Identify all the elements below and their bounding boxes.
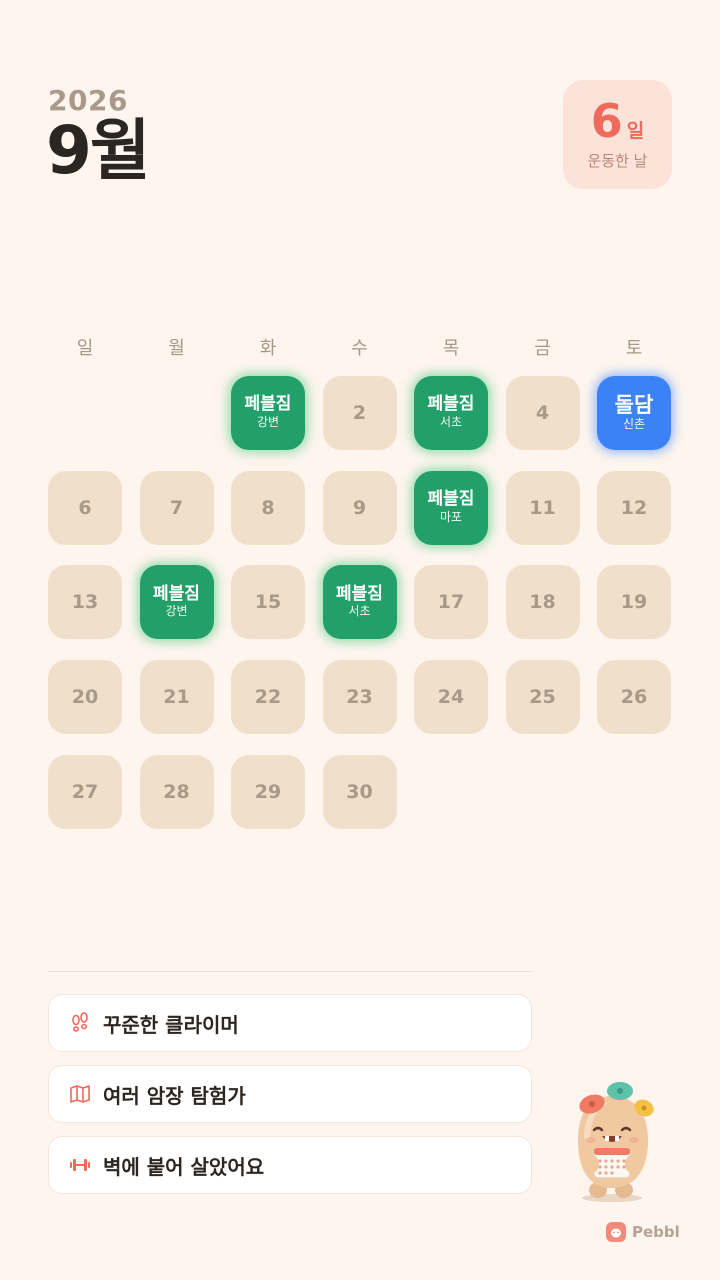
day-number: 8	[261, 496, 275, 519]
calendar-day-7[interactable]: 7	[139, 470, 214, 545]
day-number: 13	[71, 591, 99, 614]
badge-wall-dweller[interactable]: 벽에 붙어 살았어요	[48, 1136, 532, 1194]
weekday-wed: 수	[351, 338, 368, 359]
gym-branch: 강변	[165, 604, 188, 619]
calendar-day-22[interactable]: 22	[231, 660, 305, 735]
workout-days-unit: 일	[626, 120, 645, 142]
calendar-day-30[interactable]: 30	[322, 754, 397, 829]
calendar-day-11[interactable]: 11	[505, 470, 580, 545]
badge-gym-explorer[interactable]: 여러 암장 탐험가	[48, 1065, 532, 1123]
badge-steady-climber[interactable]: 꾸준한 클라이머	[48, 994, 532, 1052]
brand-footer: Pebbl	[606, 1222, 680, 1242]
calendar-day-2[interactable]: 2	[322, 376, 397, 450]
calendar-day-10[interactable]: 페블짐 마포	[414, 470, 488, 545]
gym-branch: 서초	[439, 414, 463, 429]
calendar-day-25[interactable]: 25	[505, 660, 580, 735]
day-number: 29	[254, 780, 282, 803]
calendar-day-3[interactable]: 페블짐 서초	[414, 376, 488, 450]
gym-name: 돌담	[614, 393, 654, 418]
weekday-fri: 금	[534, 338, 551, 359]
month-title: 9월	[46, 112, 151, 189]
day-number: 28	[163, 780, 190, 803]
day-number: 20	[71, 686, 99, 709]
map-icon	[69, 1083, 91, 1105]
weekday-header: 일 월 화 수 목 금 토	[0, 334, 720, 364]
badge-label: 꾸준한 클라이머	[103, 1012, 239, 1037]
calendar-day-1[interactable]: 페블짐 강변	[231, 376, 305, 450]
brand-name: Pebbl	[632, 1223, 680, 1241]
day-number: 12	[620, 496, 648, 519]
gym-name: 페블짐	[427, 394, 475, 415]
calendar-day-12[interactable]: 12	[597, 470, 671, 545]
calendar-day-27[interactable]: 27	[48, 754, 122, 829]
day-number: 24	[437, 686, 465, 709]
calendar-day-29[interactable]: 29	[231, 754, 305, 829]
calendar-day-26[interactable]: 26	[597, 660, 671, 735]
day-number: 27	[71, 780, 99, 803]
day-number: 23	[346, 686, 373, 709]
workout-days-count: 6	[590, 94, 623, 148]
day-number: 15	[254, 591, 282, 614]
day-number: 7	[169, 496, 184, 519]
weekday-mon: 월	[168, 338, 185, 359]
footprints-icon	[69, 1012, 91, 1034]
gym-branch: 서초	[348, 604, 371, 619]
day-number: 17	[437, 591, 465, 614]
mascot-illustration	[560, 1078, 664, 1204]
calendar-day-24[interactable]: 24	[414, 660, 488, 735]
calendar-day-13[interactable]: 13	[48, 565, 122, 640]
gym-name: 페블짐	[244, 394, 292, 415]
day-number: 18	[529, 591, 556, 614]
badge-label: 여러 암장 탐험가	[103, 1083, 246, 1108]
gym-branch: 강변	[256, 414, 280, 429]
dumbbell-icon	[69, 1154, 91, 1176]
calendar-day-20[interactable]: 20	[48, 660, 122, 735]
calendar-day-23[interactable]: 23	[322, 660, 397, 735]
calendar-day-14[interactable]: 페블짐 강변	[139, 565, 214, 640]
calendar-day-21[interactable]: 21	[139, 660, 214, 735]
gym-name: 페블짐	[336, 583, 383, 604]
calendar-day-8[interactable]: 8	[231, 470, 305, 545]
gym-name: 페블짐	[427, 489, 475, 510]
day-number: 4	[535, 402, 550, 424]
calendar-day-15[interactable]: 15	[231, 565, 305, 640]
day-number: 2	[352, 402, 367, 424]
day-number: 19	[620, 591, 648, 614]
weekday-sun: 일	[76, 338, 94, 359]
calendar-day-28[interactable]: 28	[139, 754, 214, 829]
day-number: 9	[352, 496, 367, 519]
day-number: 21	[163, 686, 190, 709]
workout-days-card: 6 일 운동한 날	[563, 80, 672, 189]
weekday-sat: 토	[625, 338, 643, 359]
calendar-day-19[interactable]: 19	[597, 565, 671, 640]
day-number: 26	[620, 686, 648, 709]
day-number: 11	[529, 496, 556, 519]
day-number: 25	[529, 686, 556, 709]
workout-days-label: 운동한 날	[587, 152, 648, 170]
gym-branch: 마포	[439, 509, 463, 524]
calendar-day-5[interactable]: 돌담 신촌	[597, 376, 671, 450]
day-number: 6	[78, 496, 92, 519]
calendar-day-6[interactable]: 6	[48, 470, 122, 545]
weekday-tue: 화	[259, 338, 277, 359]
day-number: 22	[254, 686, 282, 709]
divider	[48, 971, 532, 972]
calendar-day-9[interactable]: 9	[322, 470, 397, 545]
weekday-thu: 목	[442, 338, 460, 359]
calendar-day-17[interactable]: 17	[414, 565, 488, 640]
day-number: 30	[346, 780, 373, 803]
gym-name: 페블짐	[153, 583, 200, 604]
brand-logo-icon	[606, 1222, 626, 1242]
calendar-day-4[interactable]: 4	[505, 376, 580, 450]
calendar-day-18[interactable]: 18	[505, 565, 580, 640]
gym-branch: 신촌	[622, 417, 646, 432]
calendar-day-16[interactable]: 페블짐 서초	[322, 565, 397, 640]
badge-label: 벽에 붙어 살았어요	[103, 1154, 265, 1179]
